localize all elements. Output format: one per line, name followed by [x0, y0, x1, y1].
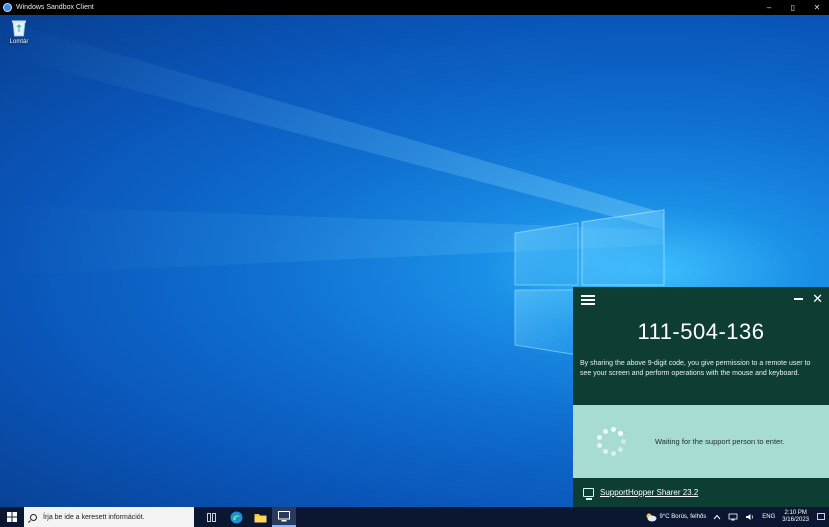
cloud-weather-icon [646, 513, 657, 522]
window-titlebar: Windows Sandbox Client – ▯ ✕ [0, 0, 829, 15]
taskbar-search-box[interactable]: Írja be ide a keresett információt. [24, 507, 194, 527]
spinner-dot [597, 434, 603, 440]
support-sharer-panel: ✕ 111-504-136 By sharing the above 9-dig… [573, 287, 829, 507]
windows-start-icon [7, 512, 17, 522]
monitor-icon [583, 488, 594, 500]
spinner-dot [610, 427, 616, 433]
panel-minimize-button[interactable] [794, 292, 804, 306]
window-minimize-button[interactable]: – [757, 0, 781, 15]
edge-icon [230, 511, 242, 523]
notification-icon[interactable] [817, 513, 825, 521]
waiting-status-text: Waiting for the support person to enter. [655, 437, 785, 446]
start-button[interactable] [0, 507, 24, 527]
panel-close-button[interactable]: ✕ [812, 292, 823, 306]
chevron-up-icon[interactable] [713, 514, 721, 520]
window-close-button[interactable]: ✕ [805, 0, 829, 15]
speaker-icon[interactable] [745, 513, 755, 521]
permission-description: By sharing the above 9-digit code, you g… [580, 360, 811, 377]
window-maximize-button[interactable]: ▯ [781, 0, 805, 15]
sharer-app-icon [278, 510, 290, 521]
edge-browser-button[interactable] [224, 507, 248, 527]
spinner-dot [620, 439, 626, 444]
recycle-bin-label: Lomtár [9, 39, 29, 45]
loading-spinner-icon [595, 426, 627, 458]
search-icon [30, 513, 37, 521]
sharer-app-taskbar-button[interactable] [272, 507, 296, 527]
task-view-icon [207, 512, 216, 522]
menu-icon[interactable] [581, 295, 595, 305]
weather-text[interactable]: 9°C Borús, felhős [660, 514, 707, 520]
taskbar-clock[interactable]: 2:10 PM 3/16/2023 [782, 510, 809, 524]
system-tray: 9°C Borús, felhős ENG 2:10 PM 3/16/2023 [645, 507, 829, 527]
sandbox-app-icon [3, 3, 12, 12]
window-controls: – ▯ ✕ [757, 0, 829, 15]
window-title: Windows Sandbox Client [16, 4, 94, 11]
panel-header: ✕ [573, 287, 829, 313]
panel-footer: SupportHopper Sharer 23.2 [573, 478, 829, 507]
taskbar: Írja be ide a keresett információt. 9°C … [0, 507, 829, 527]
spinner-dot [610, 450, 616, 456]
clock-date: 3/16/2023 [782, 517, 809, 523]
recycle-bin-shortcut[interactable]: Lomtár [4, 19, 34, 45]
file-explorer-button[interactable] [248, 507, 272, 527]
spinner-dot [602, 449, 608, 455]
spinner-dot [602, 428, 608, 434]
product-link[interactable]: SupportHopper Sharer 23.2 [600, 488, 698, 497]
spinner-dot [597, 443, 603, 449]
task-view-button[interactable] [200, 507, 224, 527]
search-placeholder: Írja be ide a keresett információt. [43, 513, 145, 521]
network-icon[interactable] [728, 513, 738, 521]
clock-time: 2:10 PM [784, 510, 807, 516]
panel-window-controls: ✕ [794, 292, 823, 306]
share-code: 111-504-136 [637, 319, 765, 344]
folder-icon [254, 513, 266, 522]
recycle-bin-icon [12, 20, 26, 37]
spinner-dot [617, 431, 623, 437]
waiting-status-box: Waiting for the support person to enter. [573, 405, 829, 478]
spinner-dot [617, 446, 623, 452]
input-language-indicator[interactable]: ENG [762, 514, 775, 520]
